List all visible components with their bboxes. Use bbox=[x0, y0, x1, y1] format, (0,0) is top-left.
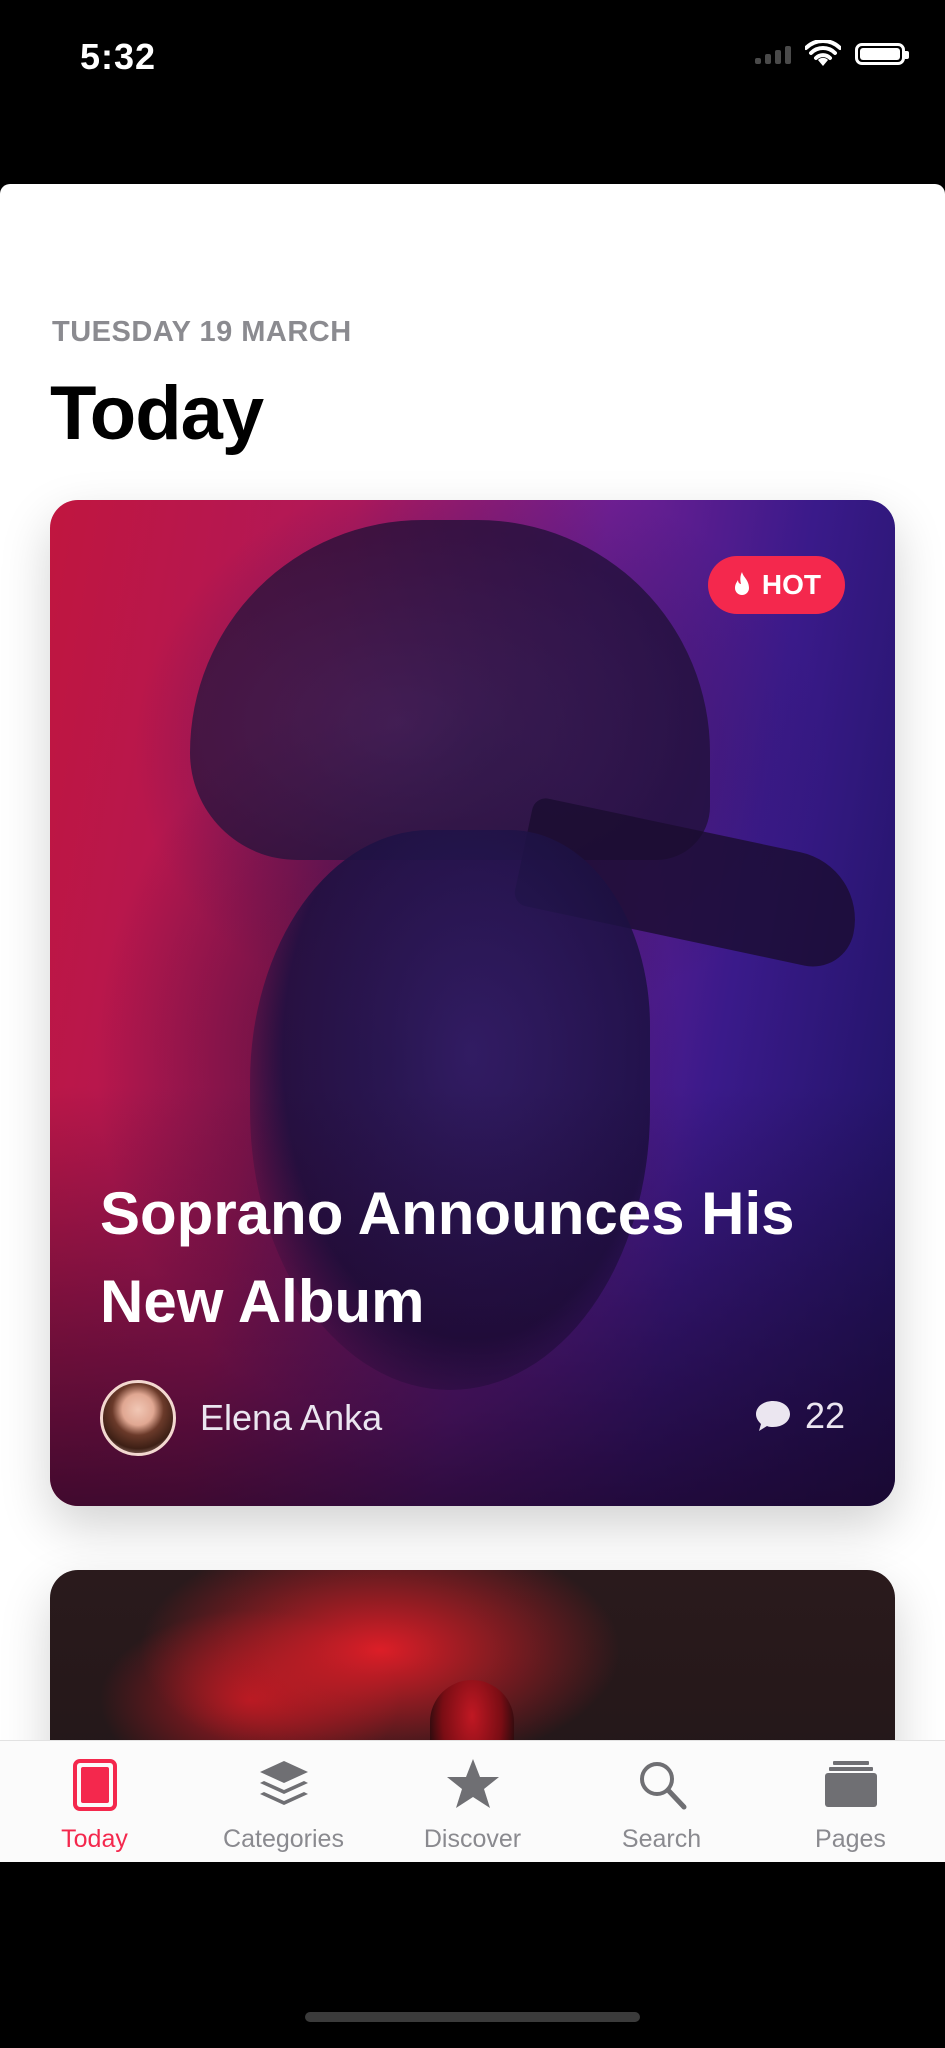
battery-icon bbox=[855, 43, 909, 65]
hot-badge: HOT bbox=[707, 556, 845, 614]
phone-frame: 5:32 TUESDAY 19 MARCH Today HOT Soprano … bbox=[0, 0, 945, 2048]
author-name[interactable]: Elena Anka bbox=[200, 1397, 382, 1439]
layers-icon bbox=[259, 1761, 308, 1805]
comments-count[interactable]: 22 bbox=[753, 1395, 845, 1437]
hot-badge-label: HOT bbox=[761, 569, 821, 600]
star-icon bbox=[446, 1759, 499, 1808]
tab-pages[interactable]: Pages bbox=[756, 1741, 945, 1862]
page-title: Today bbox=[50, 371, 264, 456]
notch bbox=[210, 0, 735, 76]
tab-today[interactable]: Today bbox=[0, 1741, 189, 1862]
status-icons bbox=[755, 40, 909, 68]
home-indicator[interactable] bbox=[305, 2012, 640, 2022]
app-screen: TUESDAY 19 MARCH Today HOT Soprano Annou… bbox=[0, 184, 945, 1862]
tab-search[interactable]: Search bbox=[567, 1741, 756, 1862]
wifi-icon bbox=[805, 40, 841, 66]
author-info[interactable]: Elena Anka bbox=[100, 1380, 382, 1456]
author-avatar[interactable] bbox=[100, 1380, 176, 1456]
article-title[interactable]: Soprano Announces His New Album bbox=[100, 1170, 840, 1346]
tab-label: Search bbox=[621, 1825, 702, 1853]
tab-categories[interactable]: Categories bbox=[189, 1741, 378, 1862]
pages-icon bbox=[824, 1761, 877, 1807]
cellular-signal-icon bbox=[755, 44, 791, 64]
flame-icon bbox=[734, 572, 749, 595]
tab-label: Today bbox=[61, 1825, 128, 1853]
speech-bubble-icon bbox=[755, 1401, 790, 1431]
tab-label: Discover bbox=[423, 1825, 522, 1853]
status-time: 5:32 bbox=[80, 36, 157, 77]
search-icon bbox=[639, 1762, 686, 1810]
tab-label: Categories bbox=[223, 1825, 344, 1853]
hero-image-cap bbox=[190, 520, 710, 860]
date-label: TUESDAY 19 MARCH bbox=[52, 316, 352, 348]
tab-bar: Today Categories Discover Search Pages bbox=[0, 1740, 945, 1862]
today-icon bbox=[72, 1759, 117, 1811]
tab-discover[interactable]: Discover bbox=[378, 1741, 567, 1862]
featured-article-card[interactable]: HOT Soprano Announces His New Album Elen… bbox=[50, 500, 895, 1506]
comments-count-value: 22 bbox=[804, 1395, 845, 1436]
tab-label: Pages bbox=[815, 1825, 886, 1853]
status-bar: 5:32 bbox=[0, 0, 945, 120]
